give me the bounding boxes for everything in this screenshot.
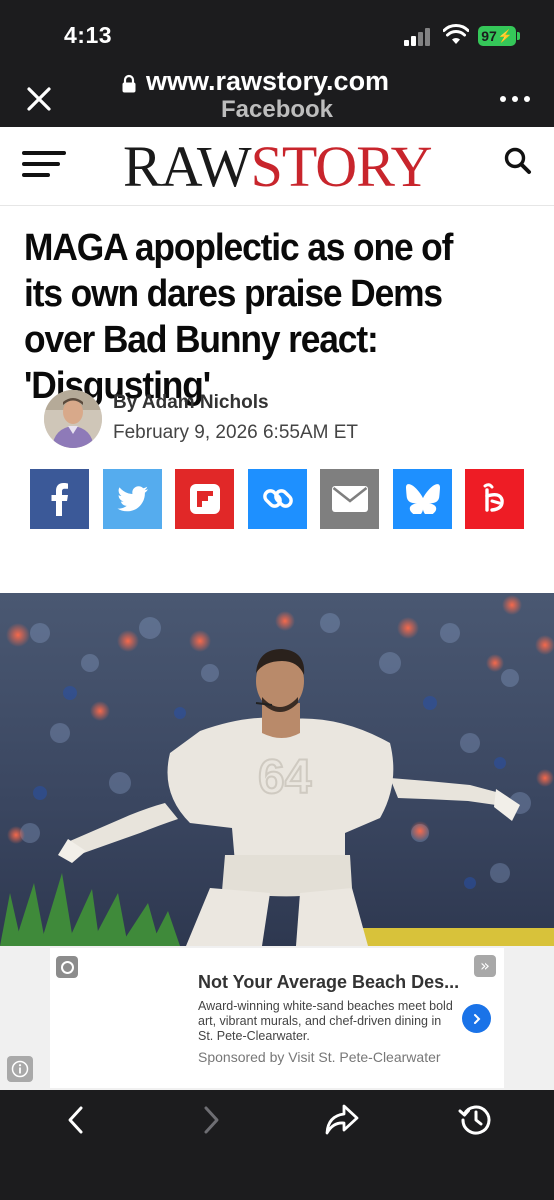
search-icon[interactable] [503,146,533,176]
forward-icon [204,1106,219,1134]
ad-cta-button[interactable] [462,1004,491,1033]
share-bar [30,469,524,529]
back-icon [68,1106,83,1134]
lock-icon [122,74,136,93]
facebook-share-button[interactable] [30,469,89,529]
ad-sponsor: Sponsored by Visit St. Pete-Clearwater [198,1049,441,1065]
history-icon [458,1105,491,1135]
author-byline[interactable]: By Adam Nichols [113,392,269,414]
email-icon [331,486,368,512]
site-logo[interactable]: RAWSTORY [123,134,433,199]
menu-icon[interactable] [22,147,66,181]
browser-chrome: 4:13 97 ⚡ www.rawstory.com Facebook [0,0,554,127]
wifi-icon [443,24,469,44]
hero-image[interactable]: 64 [0,593,554,946]
share-icon [325,1104,359,1135]
ad-description: Award-winning white-sand beaches meet bo… [198,999,453,1043]
sponsored-ad[interactable]: » Not Your Average Beach Des... Award-wi… [50,948,504,1088]
forward-button[interactable] [193,1102,229,1138]
info-glyph [11,1060,29,1078]
logo-story: STORY [250,134,433,199]
back-button[interactable] [58,1102,94,1138]
publish-date: February 9, 2026 6:55AM ET [113,422,359,443]
logo-raw: RAW [123,134,252,199]
chevron-right-icon [473,1013,480,1024]
signal-icon [404,28,434,46]
ad-expand-icon[interactable]: » [474,955,496,977]
author-avatar[interactable] [44,390,102,448]
twitter-share-button[interactable] [103,469,162,529]
source-label: Facebook [220,96,334,123]
flipboard-share-button[interactable] [175,469,234,529]
twitter-icon [116,486,148,512]
article-headline: MAGA apoplectic as one of its own dares … [24,227,453,407]
svg-text:64: 64 [258,751,312,804]
copy-link-button[interactable] [248,469,307,529]
share-button[interactable] [324,1102,360,1138]
facebook-icon [51,483,68,516]
more-icon[interactable] [500,94,530,104]
ad-info-icon[interactable] [7,1056,33,1082]
ad-container: » Not Your Average Beach Des... Award-wi… [0,946,554,1090]
ad-choices-icon[interactable] [56,956,78,978]
flipboard-icon [189,484,220,514]
author-photo [44,390,102,448]
battery-indicator: 97 ⚡ [478,26,516,46]
battery-level: 97 [481,28,497,44]
email-share-button[interactable] [320,469,379,529]
link-icon [262,489,293,508]
ad-title[interactable]: Not Your Average Beach Des... [198,972,459,993]
history-button[interactable] [458,1102,494,1138]
status-time: 4:13 [64,22,113,48]
browser-toolbar [0,1090,554,1200]
beehiiv-share-button[interactable] [465,469,524,529]
battery-nub [517,32,520,40]
beehiiv-icon [483,483,504,512]
performer-photo: 64 [0,593,554,946]
bluesky-icon [405,484,440,514]
bluesky-share-button[interactable] [393,469,452,529]
url-display[interactable]: www.rawstory.com [146,66,389,97]
site-header: RAWSTORY [0,127,554,206]
